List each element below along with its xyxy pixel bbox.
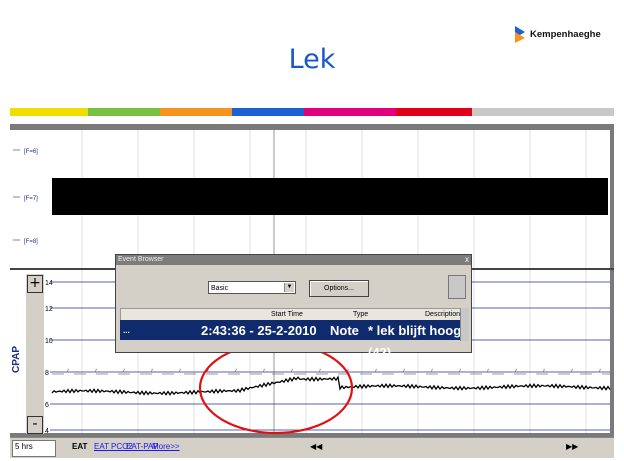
- tab-more[interactable]: More>>: [152, 442, 180, 451]
- channel-label: [F=6]: [24, 149, 38, 155]
- tab-eat[interactable]: EAT: [72, 442, 87, 451]
- logo-text: Kempenhaeghe: [530, 28, 601, 40]
- color-bar-segment: [232, 108, 304, 116]
- trace-marker: ~: [262, 368, 268, 372]
- trace-marker: ~: [402, 368, 408, 372]
- color-bar: [10, 108, 614, 116]
- rewind-button[interactable]: ◀◀: [310, 442, 322, 451]
- kempenhaeghe-logo-icon: [515, 26, 525, 43]
- sleep-study-screen: [F=6] [F=7] [F=8] 14 12 10 8 6 4 ~ ~ ~ ~ ~ ~ ~ ~ ~ ~ ~ ~ ~ ~ ~ ~…: [10, 124, 614, 458]
- vertical-scrollbar[interactable]: [460, 308, 469, 341]
- forward-button[interactable]: ▶▶: [566, 442, 578, 451]
- row-start-time: 2:43:36 - 25-2-2010: [201, 323, 317, 338]
- row-description: * lek blijft hoog (42): [368, 323, 462, 360]
- trace-marker: ~: [66, 368, 72, 372]
- row-type: Note: [330, 323, 359, 338]
- print-icon[interactable]: [448, 275, 466, 299]
- column-header-description[interactable]: Description: [425, 309, 460, 320]
- channel-label: [F=7]: [24, 196, 38, 202]
- color-bar-segment: [160, 108, 232, 116]
- trace-marker: ~: [430, 368, 436, 372]
- trace-marker: ~: [542, 368, 548, 372]
- trace-marker: ~: [486, 368, 492, 372]
- color-bar-segment: [10, 108, 88, 116]
- trace-marker: ~: [234, 368, 240, 372]
- color-bar-segment: [88, 108, 160, 116]
- zoom-out-button[interactable]: -: [27, 416, 43, 434]
- signal-band: [52, 178, 608, 215]
- range-value: 5 hrs: [15, 442, 33, 451]
- y-tick-label: 10: [45, 338, 53, 345]
- color-bar-segment: [396, 108, 472, 116]
- y-tick-label: 6: [45, 402, 49, 409]
- row-dots: ...: [123, 326, 130, 335]
- trace-marker: ~: [94, 368, 100, 372]
- chevron-down-icon[interactable]: ▼: [284, 283, 294, 292]
- trace-marker: ~: [318, 368, 324, 372]
- trace-marker: ~: [178, 368, 184, 372]
- slide-title: Lek: [288, 44, 336, 75]
- event-browser-titlebar: Event Browser x: [116, 255, 471, 265]
- event-browser-window: Event Browser x Basic ▼ Options... Start…: [115, 254, 472, 360]
- trace-marker: ~: [598, 368, 604, 372]
- channel-label: [F=8]: [24, 239, 38, 245]
- trace-marker: ~: [374, 368, 380, 372]
- cpap-scale-strip: [26, 274, 44, 434]
- view-select-value: Basic: [211, 285, 229, 292]
- event-browser-title: Event Browser: [118, 256, 164, 263]
- close-button[interactable]: x: [465, 255, 469, 265]
- bottom-toolbar: 5 hrs EAT EAT PCO2 EAT-PAP More>> ◀◀ ▶▶: [10, 437, 614, 458]
- view-select[interactable]: Basic ▼: [208, 281, 296, 294]
- options-button[interactable]: Options...: [309, 280, 369, 297]
- trace-marker: ~: [290, 368, 296, 372]
- cpap-channel-label: CPAP: [11, 345, 22, 373]
- column-header-start-time[interactable]: Start Time: [271, 309, 303, 320]
- trace-marker: ~: [150, 368, 156, 372]
- y-tick-label: 8: [45, 370, 49, 377]
- table-row[interactable]: ... 2:43:36 - 25-2-2010 Note * lek blijf…: [120, 320, 463, 360]
- zoom-in-button[interactable]: +: [27, 275, 43, 293]
- y-tick-label: 14: [45, 280, 53, 287]
- logo: Kempenhaeghe: [513, 23, 601, 45]
- color-bar-segment: [472, 108, 614, 116]
- y-tick-label: 4: [45, 428, 49, 435]
- trace-marker: ~: [458, 368, 464, 372]
- trace-marker: ~: [570, 368, 576, 372]
- y-tick-label: 12: [45, 306, 53, 313]
- trace-marker: ~: [122, 368, 128, 372]
- color-bar-segment: [304, 108, 396, 116]
- column-header-type[interactable]: Type: [353, 309, 368, 320]
- trace-marker: ~: [514, 368, 520, 372]
